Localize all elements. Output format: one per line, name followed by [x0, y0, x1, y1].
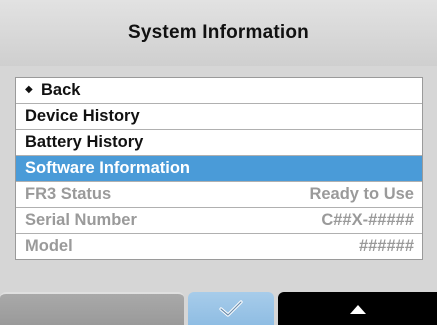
softkey-bar — [0, 292, 437, 325]
serial-number-label: Serial Number — [25, 211, 137, 229]
fr3-status-label: FR3 Status — [25, 185, 112, 203]
device-history-label: Device History — [25, 107, 140, 125]
device-screen: System Information ◆ Back Device History … — [0, 0, 437, 325]
select-softkey[interactable] — [188, 292, 274, 325]
up-arrow-icon — [349, 304, 366, 314]
menu-item-battery-history[interactable]: Battery History — [16, 130, 422, 156]
info-row-model: Model ###### — [16, 234, 422, 259]
back-item-content: ◆ Back — [25, 78, 80, 103]
menu-item-back[interactable]: ◆ Back — [16, 78, 422, 104]
battery-history-label: Battery History — [25, 133, 144, 151]
info-row-serial-number: Serial Number C##X-##### — [16, 208, 422, 234]
screen-title: System Information — [0, 0, 437, 66]
model-value: ###### — [358, 237, 414, 255]
check-icon — [218, 299, 244, 319]
menu-item-device-history[interactable]: Device History — [16, 104, 422, 130]
menu-item-software-information[interactable]: Software Information — [16, 156, 422, 182]
serial-number-value: C##X-##### — [321, 211, 414, 229]
back-arrow-icon: ◆ — [25, 84, 33, 96]
software-information-label: Software Information — [25, 159, 191, 177]
system-info-menu: ◆ Back Device History Battery History Sof… — [15, 77, 423, 260]
back-label: Back — [41, 80, 81, 99]
fr3-status-value: Ready to Use — [309, 185, 414, 203]
info-row-fr3-status: FR3 Status Ready to Use — [16, 182, 422, 208]
left-softkey[interactable] — [0, 292, 184, 325]
model-label: Model — [25, 237, 73, 255]
up-softkey[interactable] — [278, 292, 437, 325]
